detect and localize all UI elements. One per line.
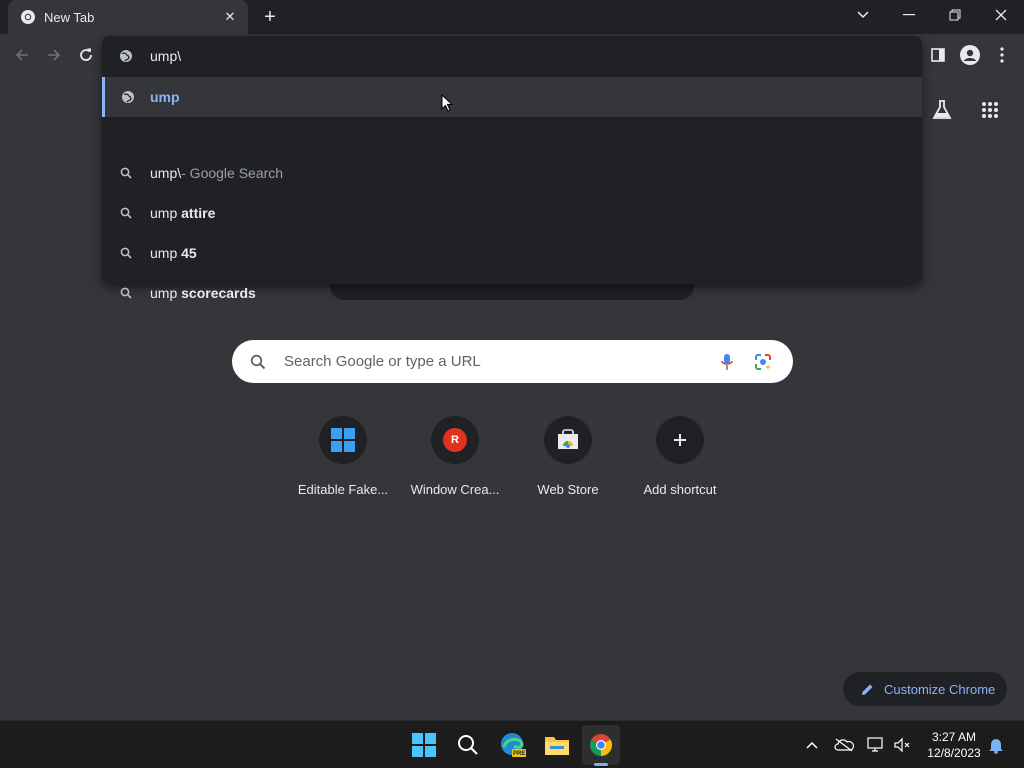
start-icon[interactable] xyxy=(408,729,440,761)
omnibox-text: ump\ xyxy=(150,48,182,64)
edge-icon[interactable]: PRE xyxy=(497,729,529,761)
plus-icon xyxy=(656,416,704,464)
edge-badge: PRE xyxy=(513,751,526,757)
omnibox-dropdown: ump\ ump ump\ - Google Search ump attire… xyxy=(102,36,922,301)
clock-date: 12/8/2023 xyxy=(927,746,981,760)
tab-new-tab[interactable]: New Tab ✕ xyxy=(8,0,248,34)
lens-icon[interactable] xyxy=(745,353,781,371)
mouse-cursor-icon xyxy=(441,93,454,117)
chrome-taskbar-icon[interactable] xyxy=(585,729,617,761)
tab-strip: New Tab ✕ + xyxy=(0,0,1024,34)
search-icon[interactable] xyxy=(452,729,484,761)
shortcut-label: Editable Fake... xyxy=(297,482,389,497)
r-badge-icon: R xyxy=(431,416,479,464)
chrome-icon xyxy=(20,9,36,25)
apps-icon[interactable] xyxy=(976,96,1004,124)
side-panel-icon[interactable] xyxy=(926,43,950,67)
tab-search-icon[interactable] xyxy=(840,0,886,30)
forward-button[interactable] xyxy=(42,43,66,67)
suggestion-search[interactable]: ump 45 xyxy=(102,233,922,273)
onedrive-icon[interactable] xyxy=(834,735,854,755)
suggestion-bold: attire xyxy=(181,205,216,221)
search-placeholder: Search Google or type a URL xyxy=(284,353,481,370)
suggestion-prefix: ump xyxy=(150,285,182,301)
file-explorer-icon[interactable] xyxy=(541,729,573,761)
chevron-up-icon[interactable] xyxy=(802,735,822,755)
globe-icon xyxy=(105,90,150,104)
taskbar: PRE 3:27 AM 12/8/2023 xyxy=(0,720,1024,768)
suggestion-text: ump xyxy=(150,89,180,105)
customize-label: Customize Chrome xyxy=(884,681,996,697)
shortcut-tile[interactable]: Web Store xyxy=(512,416,624,516)
suggestion-search[interactable]: ump scorecards xyxy=(102,273,922,313)
pencil-icon xyxy=(861,683,874,696)
suggestion-url[interactable]: ump xyxy=(102,77,922,117)
suggestion-suffix: - Google Search xyxy=(181,165,284,181)
globe-icon xyxy=(102,49,150,63)
menu-icon[interactable] xyxy=(990,43,1014,67)
shortcut-label: Add shortcut xyxy=(643,482,717,497)
labs-icon[interactable] xyxy=(928,96,956,124)
search-icon xyxy=(102,207,150,219)
suggestion-search[interactable]: ump\ - Google Search xyxy=(102,153,922,193)
suggestion-prefix: ump\ xyxy=(150,165,182,181)
close-window-button[interactable] xyxy=(978,0,1024,30)
suggestion-prefix: ump xyxy=(150,245,182,261)
clock-time: 3:27 AM xyxy=(931,730,977,744)
windows-icon xyxy=(319,416,367,464)
webstore-icon xyxy=(544,416,592,464)
omnibox-input[interactable]: ump\ xyxy=(102,36,922,76)
tab-title: New Tab xyxy=(44,9,95,25)
reload-button[interactable] xyxy=(74,43,98,67)
back-button[interactable] xyxy=(10,43,34,67)
restore-button[interactable] xyxy=(932,0,978,30)
suggestion-prefix: ump xyxy=(150,205,182,221)
search-icon xyxy=(102,287,150,299)
shortcut-label: Web Store xyxy=(537,482,599,497)
suggestion-search[interactable]: ump attire xyxy=(102,193,922,233)
shortcut-tile[interactable]: R Window Crea... xyxy=(399,416,511,516)
volume-muted-icon[interactable] xyxy=(892,735,912,755)
network-icon[interactable] xyxy=(866,735,886,755)
ntp-search-box[interactable]: Search Google or type a URL xyxy=(232,340,793,383)
add-shortcut-tile[interactable]: Add shortcut xyxy=(624,416,736,516)
close-tab-icon[interactable]: ✕ xyxy=(222,9,238,25)
active-indicator xyxy=(594,763,608,766)
search-icon xyxy=(232,354,284,370)
search-icon xyxy=(102,247,150,259)
suggestion-bold: 45 xyxy=(181,245,197,261)
new-tab-button[interactable]: + xyxy=(258,5,282,29)
microphone-icon[interactable] xyxy=(709,353,745,371)
notification-bell-icon[interactable] xyxy=(986,735,1006,755)
profile-icon[interactable] xyxy=(958,43,982,67)
system-clock[interactable]: 3:27 AM 12/8/2023 xyxy=(920,729,988,761)
suggestion-bold: scorecards xyxy=(181,285,256,301)
shortcut-label: Window Crea... xyxy=(410,482,500,497)
customize-chrome-button[interactable]: Customize Chrome xyxy=(843,672,1007,706)
minimize-button[interactable] xyxy=(886,0,932,30)
shortcut-tile[interactable]: Editable Fake... xyxy=(287,416,399,516)
badge-letter: R xyxy=(443,428,467,452)
search-icon xyxy=(102,167,150,179)
